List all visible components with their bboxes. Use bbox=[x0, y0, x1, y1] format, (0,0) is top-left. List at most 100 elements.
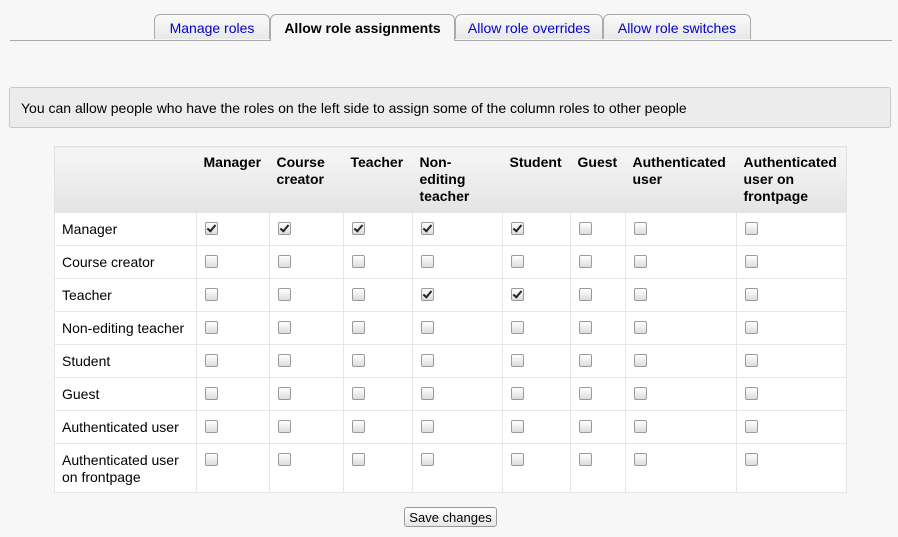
table-cell bbox=[502, 410, 571, 444]
column-header: Student bbox=[502, 146, 571, 213]
table-cell bbox=[412, 377, 503, 411]
permission-checkbox[interactable] bbox=[352, 288, 365, 301]
table-cell bbox=[502, 311, 571, 345]
table-cell bbox=[625, 278, 737, 312]
permission-checkbox[interactable] bbox=[634, 321, 647, 334]
permission-checkbox[interactable] bbox=[745, 222, 758, 235]
permission-checkbox[interactable] bbox=[634, 354, 647, 367]
column-header: Authenticated user on frontpage bbox=[736, 146, 847, 213]
column-header: Authenticated user bbox=[625, 146, 737, 213]
row-role-label: Manager bbox=[54, 212, 197, 246]
role-tabs: Manage roles Allow role assignments Allo… bbox=[10, 14, 892, 41]
table-cell bbox=[343, 311, 413, 345]
table-cell bbox=[736, 443, 847, 493]
permission-checkbox[interactable] bbox=[634, 420, 647, 433]
permission-checkbox[interactable] bbox=[579, 321, 592, 334]
permission-checkbox[interactable] bbox=[421, 222, 434, 235]
permission-checkbox[interactable] bbox=[352, 420, 365, 433]
row-role-label: Guest bbox=[54, 377, 197, 411]
permission-checkbox[interactable] bbox=[579, 453, 592, 466]
permission-checkbox[interactable] bbox=[511, 453, 524, 466]
permission-checkbox[interactable] bbox=[278, 420, 291, 433]
table-cell bbox=[196, 278, 270, 312]
table-row: Authenticated user bbox=[54, 410, 847, 444]
permission-checkbox[interactable] bbox=[579, 387, 592, 400]
permission-checkbox[interactable] bbox=[205, 288, 218, 301]
permission-checkbox[interactable] bbox=[421, 387, 434, 400]
tab-allow-role-assignments[interactable]: Allow role assignments bbox=[270, 14, 455, 41]
permission-checkbox[interactable] bbox=[205, 321, 218, 334]
permission-checkbox[interactable] bbox=[421, 354, 434, 367]
permission-checkbox[interactable] bbox=[579, 420, 592, 433]
table-cell bbox=[412, 311, 503, 345]
permission-checkbox[interactable] bbox=[421, 420, 434, 433]
info-notice: You can allow people who have the roles … bbox=[9, 87, 891, 128]
table-cell bbox=[343, 344, 413, 378]
permission-checkbox[interactable] bbox=[745, 288, 758, 301]
row-role-label: Teacher bbox=[54, 278, 197, 312]
permission-checkbox[interactable] bbox=[511, 420, 524, 433]
permission-checkbox[interactable] bbox=[511, 321, 524, 334]
permission-checkbox[interactable] bbox=[421, 255, 434, 268]
permission-checkbox[interactable] bbox=[278, 255, 291, 268]
permission-checkbox[interactable] bbox=[421, 321, 434, 334]
table-cell bbox=[269, 278, 344, 312]
permission-checkbox[interactable] bbox=[745, 420, 758, 433]
table-cell bbox=[196, 344, 270, 378]
permission-checkbox[interactable] bbox=[421, 453, 434, 466]
permission-checkbox[interactable] bbox=[278, 321, 291, 334]
permission-checkbox[interactable] bbox=[205, 354, 218, 367]
permission-checkbox[interactable] bbox=[511, 387, 524, 400]
permission-checkbox[interactable] bbox=[511, 255, 524, 268]
permission-checkbox[interactable] bbox=[278, 222, 291, 235]
tab-manage-roles[interactable]: Manage roles bbox=[154, 14, 270, 39]
table-cell bbox=[736, 245, 847, 279]
permission-checkbox[interactable] bbox=[634, 453, 647, 466]
permission-checkbox[interactable] bbox=[634, 255, 647, 268]
table-cell bbox=[412, 278, 503, 312]
permission-checkbox[interactable] bbox=[205, 420, 218, 433]
permission-checkbox[interactable] bbox=[352, 321, 365, 334]
table-row: Authenticated user on frontpage bbox=[54, 443, 847, 493]
permission-checkbox[interactable] bbox=[511, 288, 524, 301]
permission-checkbox[interactable] bbox=[278, 453, 291, 466]
permission-checkbox[interactable] bbox=[205, 387, 218, 400]
permission-checkbox[interactable] bbox=[511, 222, 524, 235]
permission-checkbox[interactable] bbox=[579, 222, 592, 235]
permission-checkbox[interactable] bbox=[352, 387, 365, 400]
table-cell bbox=[269, 410, 344, 444]
permission-checkbox[interactable] bbox=[352, 222, 365, 235]
permission-checkbox[interactable] bbox=[579, 288, 592, 301]
permission-checkbox[interactable] bbox=[278, 354, 291, 367]
permission-checkbox[interactable] bbox=[745, 453, 758, 466]
permission-checkbox[interactable] bbox=[352, 453, 365, 466]
table-row: Course creator bbox=[54, 245, 847, 279]
permission-checkbox[interactable] bbox=[745, 354, 758, 367]
table-cell bbox=[412, 212, 503, 246]
row-role-label: Student bbox=[54, 344, 197, 378]
permission-checkbox[interactable] bbox=[421, 288, 434, 301]
permission-checkbox[interactable] bbox=[352, 255, 365, 268]
permission-checkbox[interactable] bbox=[278, 288, 291, 301]
save-changes-button[interactable]: Save changes bbox=[404, 507, 497, 527]
table-cell bbox=[343, 212, 413, 246]
permission-checkbox[interactable] bbox=[745, 321, 758, 334]
table-row: Teacher bbox=[54, 278, 847, 312]
tab-allow-role-overrides[interactable]: Allow role overrides bbox=[455, 14, 603, 39]
permission-checkbox[interactable] bbox=[745, 255, 758, 268]
permission-checkbox[interactable] bbox=[205, 222, 218, 235]
table-cell bbox=[343, 245, 413, 279]
permission-checkbox[interactable] bbox=[634, 288, 647, 301]
table-cell bbox=[502, 278, 571, 312]
permission-checkbox[interactable] bbox=[634, 387, 647, 400]
permission-checkbox[interactable] bbox=[634, 222, 647, 235]
permission-checkbox[interactable] bbox=[579, 255, 592, 268]
permission-checkbox[interactable] bbox=[278, 387, 291, 400]
permission-checkbox[interactable] bbox=[511, 354, 524, 367]
permission-checkbox[interactable] bbox=[745, 387, 758, 400]
permission-checkbox[interactable] bbox=[205, 255, 218, 268]
tab-allow-role-switches[interactable]: Allow role switches bbox=[603, 14, 751, 39]
permission-checkbox[interactable] bbox=[205, 453, 218, 466]
permission-checkbox[interactable] bbox=[579, 354, 592, 367]
permission-checkbox[interactable] bbox=[352, 354, 365, 367]
